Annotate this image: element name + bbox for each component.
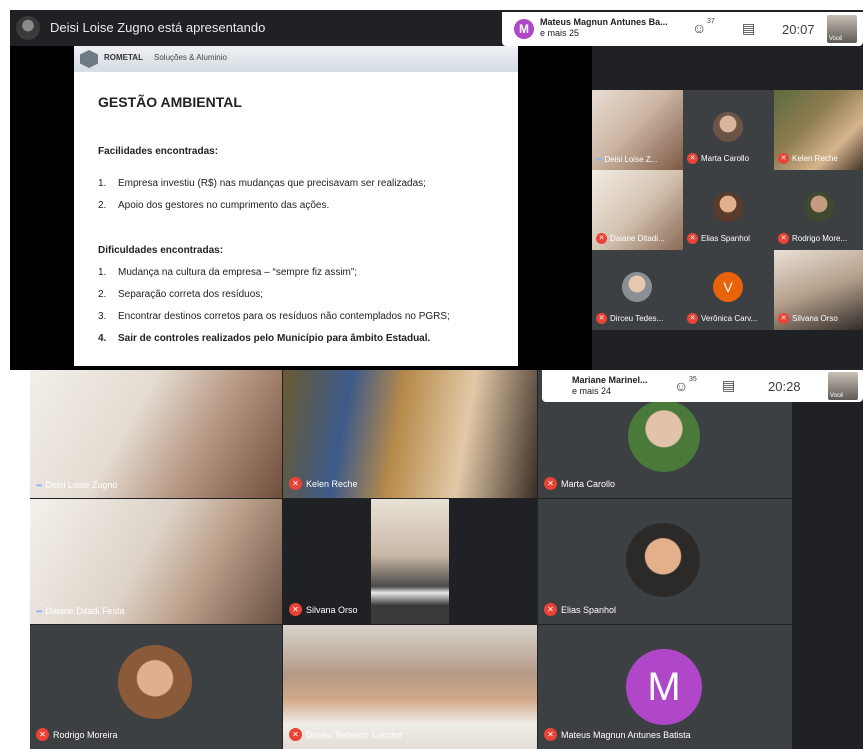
slide-list-item: 4. Sair de controles realizados pelo Muni… (98, 333, 431, 344)
self-view-thumbnail[interactable]: Você (827, 15, 857, 43)
slide-list-item: 1. Empresa investiu (R$) nas mudanças que… (98, 178, 426, 189)
people-icon[interactable]: ☺ (674, 378, 688, 394)
mic-off-icon: ✕ (687, 233, 698, 244)
mic-off-icon: ✕ (778, 233, 789, 244)
slide-brand-sub: Soluções & Aluminio (154, 53, 227, 62)
meet-window-bottom: ••• Deisi Loise Zugno ✕ Kelen Reche ✕ Marta… (30, 370, 863, 749)
participant-tile[interactable]: V ✕ Verônica Carv... (683, 250, 774, 330)
slide-list-item: 3. Encontrar destinos corretos para os re… (98, 311, 450, 322)
self-view-thumbnail[interactable]: Você (828, 372, 858, 400)
slide-title: GESTÃO AMBIENTAL (98, 94, 242, 110)
speaking-icon: ••• (36, 480, 42, 490)
mic-off-icon: ✕ (289, 477, 302, 490)
mic-off-icon: ✕ (544, 728, 557, 741)
mic-off-icon: ✕ (36, 728, 49, 741)
chat-icon[interactable]: ▤ (742, 20, 755, 37)
mic-off-icon: ✕ (778, 313, 789, 324)
mic-off-icon: ✕ (544, 603, 557, 616)
you-label: Você (829, 36, 843, 42)
participant-tile[interactable]: ✕ Rodrigo More... (774, 170, 863, 250)
slide-section-heading: Dificuldades encontradas: (98, 245, 224, 256)
avatar (622, 272, 652, 302)
participant-tile[interactable]: ✕ Kelen Reche (283, 370, 537, 498)
participant-tile[interactable]: ✕ Daiane Ditadi... (592, 170, 683, 250)
mic-off-icon: ✕ (544, 477, 557, 490)
slide-header: ROMETAL Soluções & Aluminio (74, 46, 518, 72)
people-count: 35 (689, 376, 697, 383)
avatar (713, 112, 743, 142)
mic-off-icon: ✕ (289, 728, 302, 741)
speaking-icon: ••• (596, 155, 602, 164)
mic-off-icon: ✕ (289, 603, 302, 616)
speaker-name: Mateus Magnun Antunes Ba... (540, 17, 668, 27)
avatar (628, 400, 700, 472)
slide-brand: ROMETAL (104, 53, 143, 62)
avatar (804, 192, 834, 222)
presenter-avatar (16, 16, 40, 40)
participant-tile[interactable]: ✕ Elias Spanhol (538, 499, 792, 624)
participant-tile[interactable]: ✕ Elias Spanhol (683, 170, 774, 250)
mic-off-icon: ✕ (596, 233, 607, 244)
participant-tile[interactable]: ✕ Dirceu Tedesco 'Locutor' (283, 625, 537, 749)
rometal-logo-icon (80, 50, 98, 68)
participant-tile[interactable]: ✕ Silvana Orso (774, 250, 863, 330)
slide-list-item: 2. Separação correta dos resíduos; (98, 289, 264, 300)
mic-off-icon: ✕ (687, 153, 698, 164)
participant-video (371, 499, 449, 624)
avatar (713, 192, 743, 222)
participant-tile[interactable]: ✕ Marta Carollo (683, 90, 774, 170)
participant-tile[interactable]: ✕ Rodrigo Moreira (30, 625, 282, 749)
meet-window-top: Deisi Loise Zugno está apresentando M Ma… (10, 10, 863, 370)
mic-off-icon: ✕ (778, 153, 789, 164)
meeting-info-panel: Mariane Marinel... e mais 24 ☺ 35 ▤ 20:2… (542, 370, 863, 402)
more-participants: e mais 25 (540, 28, 580, 38)
slide-section-heading: Facilidades encontradas: (98, 146, 219, 157)
slide-list-item: 2. Apoio dos gestores no cumprimento das … (98, 200, 330, 211)
participant-tile[interactable]: ••• Daiane Ditadi Festa (30, 499, 282, 624)
chat-icon[interactable]: ▤ (722, 377, 735, 394)
avatar (118, 645, 192, 719)
more-participants: e mais 24 (572, 386, 612, 396)
presentation-slide: ROMETAL Soluções & Aluminio GESTÃO AMBIE… (74, 46, 518, 366)
participant-video (30, 370, 282, 498)
participant-tile[interactable]: ✕ Silvana Orso (283, 499, 537, 624)
avatar: M (626, 649, 702, 725)
participant-tile[interactable]: ✕ Dirceu Tedes... (592, 250, 683, 330)
avatar (626, 523, 700, 597)
slide-list-item: 1. Mudança na cultura da empresa – “sempr… (98, 267, 357, 278)
participant-grid-side: ••• Deisi Loise Z... ✕ Marta Carollo ✕ Kele… (592, 90, 863, 330)
people-icon[interactable]: ☺ (692, 20, 706, 36)
avatar: M (514, 19, 534, 39)
participant-tile[interactable]: ••• Deisi Loise Z... (592, 90, 683, 170)
people-count: 37 (707, 18, 715, 25)
mic-off-icon: ✕ (596, 313, 607, 324)
mic-off-icon: ✕ (687, 313, 698, 324)
presentation-area: ROMETAL Soluções & Aluminio GESTÃO AMBIE… (10, 46, 592, 370)
participant-tile[interactable]: M ✕ Mateus Magnun Antunes Batista (538, 625, 792, 749)
participant-tile[interactable]: ••• Deisi Loise Zugno (30, 370, 282, 498)
you-label: Você (830, 393, 844, 399)
meeting-info-panel: M Mateus Magnun Antunes Ba... e mais 25 … (502, 12, 863, 46)
participant-tile[interactable]: ✕ Kelen Reche (774, 90, 863, 170)
presenting-text: Deisi Loise Zugno está apresentando (50, 20, 266, 35)
speaking-icon: ••• (36, 606, 42, 616)
clock-time: 20:28 (768, 379, 801, 394)
avatar: V (713, 272, 743, 302)
clock-time: 20:07 (782, 22, 815, 37)
speaker-name: Mariane Marinel... (572, 375, 648, 385)
